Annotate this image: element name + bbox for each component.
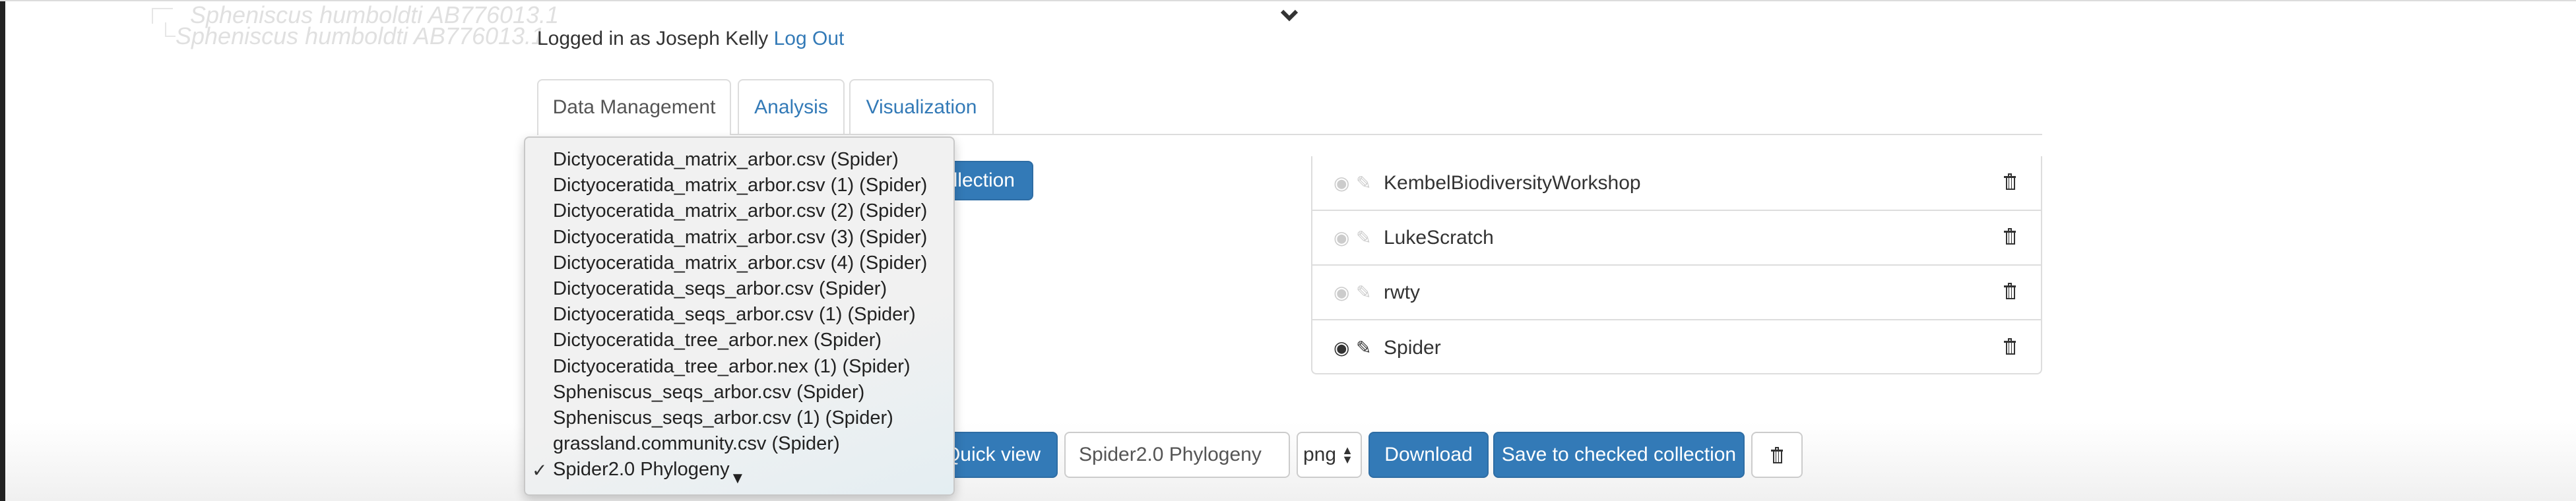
- tab-analysis[interactable]: Analysis: [738, 79, 845, 134]
- eye-icon[interactable]: ◉: [1334, 281, 1356, 303]
- dropdown-option[interactable]: Spider2.0 Phylogeny: [553, 457, 730, 482]
- dropdown-option[interactable]: Dictyoceratida_matrix_arbor.csv (Spider): [553, 147, 899, 172]
- collection-name: rwty: [1384, 281, 1420, 303]
- pencil-icon[interactable]: ✎: [1356, 227, 1380, 249]
- dataset-name-input[interactable]: Spider2.0 Phylogeny: [1064, 432, 1290, 478]
- collection-row[interactable]: ◉ ✎ rwty: [1312, 266, 2041, 320]
- tab-visualization[interactable]: Visualization: [849, 79, 994, 134]
- pencil-icon[interactable]: ✎: [1356, 337, 1380, 359]
- collection-row[interactable]: ◉ ✎ Spider: [1312, 320, 2041, 375]
- pencil-icon[interactable]: ✎: [1356, 172, 1380, 194]
- trash-icon[interactable]: [2004, 281, 2016, 304]
- chevron-down-icon[interactable]: [1280, 8, 1299, 26]
- dropdown-option[interactable]: Dictyoceratida_tree_arbor.nex (Spider): [553, 328, 882, 353]
- save-to-collection-button[interactable]: Save to checked collection: [1493, 432, 1745, 478]
- dropdown-option[interactable]: Dictyoceratida_matrix_arbor.csv (4) (Spi…: [553, 250, 927, 276]
- trash-icon[interactable]: [2004, 337, 2016, 359]
- tree-branch: [165, 22, 176, 37]
- tree-leaf-label: Spheniscus humboldti AB776013.1: [176, 22, 545, 49]
- tab-data-management[interactable]: Data Management: [537, 79, 731, 134]
- download-button[interactable]: Download: [1368, 432, 1489, 478]
- format-value: png: [1303, 444, 1337, 465]
- eye-icon[interactable]: ◉: [1334, 337, 1356, 359]
- dropdown-option[interactable]: Spheniscus_seqs_arbor.csv (1) (Spider): [553, 405, 893, 430]
- trash-icon[interactable]: [2004, 227, 2016, 249]
- pencil-icon[interactable]: ✎: [1356, 281, 1380, 303]
- collection-row[interactable]: ◉ ✎ KembelBiodiversityWorkshop: [1312, 156, 2041, 211]
- dataset-dropdown[interactable]: Dictyoceratida_matrix_arbor.csv (Spider)…: [524, 136, 955, 496]
- active-tab-gap: [538, 134, 730, 136]
- collection-row[interactable]: ◉ ✎ LukeScratch: [1312, 211, 2041, 266]
- dropdown-option[interactable]: Dictyoceratida_tree_arbor.nex (1) (Spide…: [553, 354, 911, 379]
- delete-dataset-button[interactable]: [1751, 432, 1803, 478]
- dropdown-option[interactable]: Dictyoceratida_seqs_arbor.csv (1) (Spide…: [553, 302, 916, 327]
- tab-divider: [537, 134, 2042, 135]
- dropdown-option[interactable]: Dictyoceratida_matrix_arbor.csv (3) (Spi…: [553, 225, 927, 250]
- tree-branch: [152, 8, 173, 24]
- select-arrows-icon: ▲ ▼: [1341, 444, 1353, 466]
- collection-list: ◉ ✎ KembelBiodiversityWorkshop ◉ ✎ LukeS…: [1311, 156, 2042, 374]
- dropdown-option[interactable]: Dictyoceratida_seqs_arbor.csv (Spider): [553, 276, 887, 301]
- scroll-down-arrow-icon[interactable]: ▼: [730, 469, 746, 488]
- collection-name: KembelBiodiversityWorkshop: [1384, 171, 1641, 194]
- dropdown-option[interactable]: Spheniscus_seqs_arbor.csv (Spider): [553, 380, 864, 405]
- collection-name: LukeScratch: [1384, 226, 1494, 249]
- eye-icon[interactable]: ◉: [1334, 172, 1356, 194]
- login-status: Logged in as Joseph Kelly Log Out: [537, 28, 844, 50]
- left-edge: [0, 0, 5, 501]
- eye-icon[interactable]: ◉: [1334, 227, 1356, 249]
- collection-name: Spider: [1384, 336, 1441, 359]
- dropdown-option[interactable]: Dictyoceratida_matrix_arbor.csv (1) (Spi…: [553, 173, 927, 198]
- dropdown-option[interactable]: grassland.community.csv (Spider): [553, 431, 840, 456]
- checkmark-icon: ✓: [532, 460, 548, 481]
- trash-icon[interactable]: [2004, 172, 2016, 194]
- dropdown-option[interactable]: Dictyoceratida_matrix_arbor.csv (2) (Spi…: [553, 198, 927, 223]
- format-select[interactable]: png ▲ ▼: [1297, 432, 1362, 478]
- trash-icon: [1771, 447, 1783, 463]
- logout-link[interactable]: Log Out: [774, 28, 845, 49]
- logged-in-text: Logged in as Joseph Kelly: [537, 28, 769, 49]
